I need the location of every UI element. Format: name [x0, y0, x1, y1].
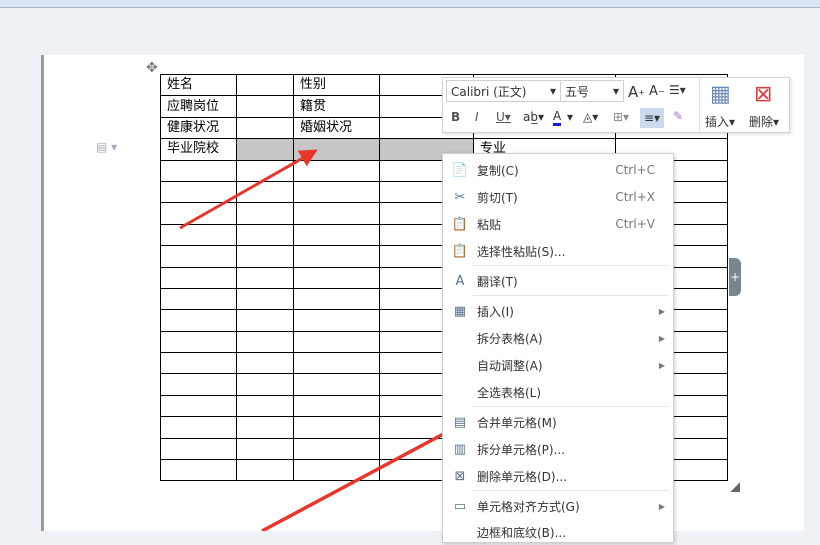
menu-item-label: 复制(C)	[477, 163, 519, 178]
menu-item-shortcut: Ctrl+V	[615, 217, 655, 231]
menu-item-label: 翻译(T)	[477, 274, 518, 289]
menu-item-label: 选择性粘贴(S)...	[477, 244, 566, 259]
font-name: Calibri (正文)	[451, 84, 527, 99]
delete-button[interactable]: 删除 ▾	[749, 113, 779, 130]
cell-align-icon: ▭	[453, 498, 467, 514]
menu-item[interactable]: 全选表格(L)	[443, 379, 673, 405]
menu-item-label: 粘贴	[477, 217, 502, 232]
insert-button[interactable]: 插入 ▾	[705, 113, 735, 130]
arrow-to-selected-cells	[179, 149, 318, 230]
copy-icon: 📄	[451, 162, 469, 178]
context-menu: 📄 复制(C) Ctrl+C ✂ 剪切(T) Ctrl+X 📋 粘贴 Ctrl+V 📋 选择性粘贴(…	[442, 153, 674, 543]
menu-item-label: 拆分单元格(P)...	[477, 442, 566, 457]
merge-cells-icon: ▤	[453, 414, 467, 430]
menu-item[interactable]: 自动调整(A) ▶	[443, 352, 673, 378]
menu-item[interactable]: ▤ 合并单元格(M)	[443, 409, 673, 435]
paste-special-icon: 📋	[451, 243, 469, 259]
shrink-font-button[interactable]: A −	[649, 84, 665, 99]
submenu-arrow-icon: ▶	[658, 360, 665, 370]
menu-item-label: 删除单元格(D)...	[477, 469, 568, 484]
delete-table-icon: ⊠	[754, 82, 773, 107]
bold-button[interactable]: B	[451, 110, 460, 124]
menu-item[interactable]: A 翻译(T)	[443, 268, 673, 294]
submenu-arrow-icon: ▶	[658, 333, 665, 343]
menu-separator	[473, 406, 669, 407]
menu-item[interactable]: ▦ 插入(I) ▶	[443, 298, 673, 324]
grow-font-button[interactable]: A +	[628, 83, 645, 101]
font-family-select[interactable]: Calibri (正文) ▾	[446, 80, 561, 102]
menu-item-label: 自动调整(A)	[477, 358, 543, 373]
menu-item[interactable]: ⊠ 删除单元格(D)...	[443, 463, 673, 489]
font-color-button[interactable]: A	[553, 109, 562, 126]
font-size-select[interactable]: 五号 ▾	[560, 80, 624, 102]
menu-item[interactable]: 边框和底纹(B)...	[443, 519, 673, 545]
toolbar-divider	[699, 78, 700, 132]
menu-item[interactable]: ▭ 单元格对齐方式(G) ▶	[443, 493, 673, 519]
menu-item-shortcut: Ctrl+C	[615, 163, 655, 177]
menu-item-label: 合并单元格(M)	[477, 415, 557, 430]
shading-button[interactable]: ◬▾	[583, 110, 598, 124]
menu-item[interactable]: ✂ 剪切(T) Ctrl+X	[443, 184, 673, 210]
submenu-arrow-icon: ▶	[658, 306, 665, 316]
split-cells-icon: ▥	[453, 441, 467, 457]
menu-item[interactable]: ▥ 拆分单元格(P)...	[443, 436, 673, 462]
delete-cells-icon: ⊠	[454, 468, 466, 484]
menu-separator	[473, 265, 669, 266]
align-button[interactable]: ≡▾	[640, 108, 665, 128]
menu-item-label: 全选表格(L)	[477, 385, 542, 400]
menu-item-label: 剪切(T)	[477, 190, 518, 205]
paste-icon: 📋	[451, 216, 469, 232]
cut-icon: ✂	[454, 189, 466, 205]
table-insert-icon: ▦	[453, 303, 467, 319]
menu-separator	[473, 295, 669, 296]
menu-item[interactable]: 📋 粘贴 Ctrl+V	[443, 211, 673, 237]
translate-icon: A	[455, 273, 465, 289]
menu-item-label: 插入(I)	[477, 304, 514, 319]
italic-button[interactable]: I	[475, 110, 479, 124]
menu-item-label: 拆分表格(A)	[477, 331, 543, 346]
menu-item-shortcut: Ctrl+X	[615, 190, 655, 204]
borders-button[interactable]: ⊞▾	[613, 110, 629, 124]
menu-item[interactable]: 📄 复制(C) Ctrl+C	[443, 157, 673, 183]
font-size: 五号	[565, 84, 590, 99]
menu-item-label: 边框和底纹(B)...	[477, 525, 567, 540]
menu-item-label: 单元格对齐方式(G)	[477, 499, 580, 514]
line-spacing-button[interactable]: ☰▾	[669, 83, 686, 97]
menu-separator	[473, 490, 669, 491]
font-color-dropdown[interactable]: ▾	[567, 110, 573, 124]
mini-toolbar: Calibri (正文) ▾ 五号 ▾ A + A − ☰▾ B I U ▾ ab̲▾ A…	[442, 77, 790, 133]
format-painter-icon[interactable]: ✎	[673, 109, 683, 123]
menu-item[interactable]: 拆分表格(A) ▶	[443, 325, 673, 351]
menu-item[interactable]: 📋 选择性粘贴(S)...	[443, 238, 673, 264]
submenu-arrow-icon: ▶	[658, 501, 665, 511]
arrow-to-merge-cells	[261, 419, 472, 531]
insert-table-icon: ▦	[710, 82, 731, 107]
highlight-button[interactable]: ab̲▾	[523, 110, 544, 124]
underline-button[interactable]: U ▾	[496, 110, 511, 124]
